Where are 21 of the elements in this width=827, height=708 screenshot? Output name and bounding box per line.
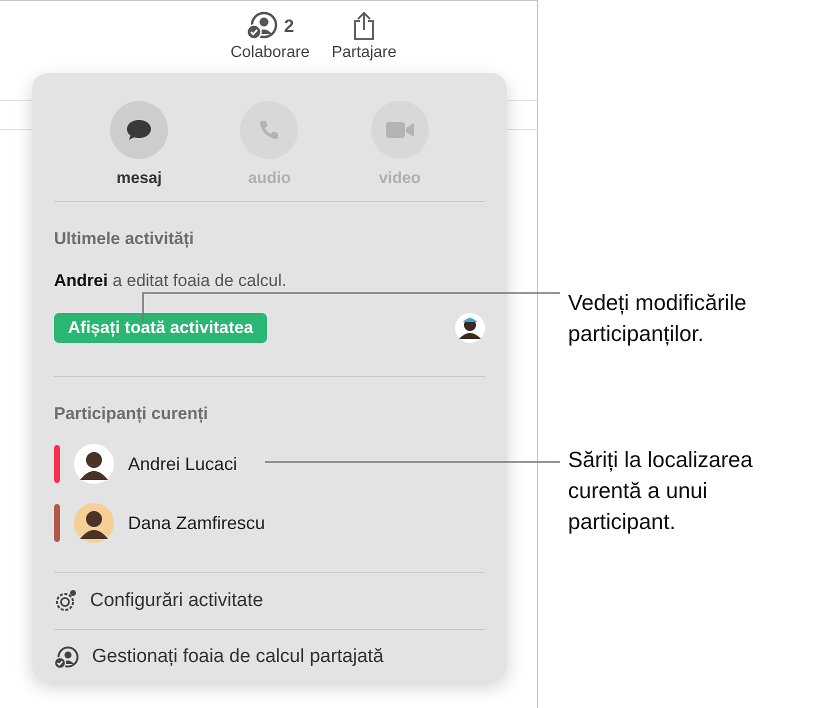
callout-text: Săriți la localizarea curentă a unui participant. [568,446,754,536]
toolbar-button[interactable]: 2 Colaborare [230,11,310,69]
gear-icon [54,589,78,613]
participant-row[interactable]: Dana Zamfirescu [54,494,485,552]
menu-item[interactable]: Configurări activitate [54,573,485,629]
share-icon [352,11,376,41]
avatar-icon [74,444,114,484]
avatar-icon [74,503,114,543]
activity-text: Andrei a editat foaia de calcul. [54,270,288,292]
avatar-icon [455,313,485,343]
collaboration-icon [54,646,80,670]
section-heading: Participanți curenți [54,403,209,425]
video-camera-icon [384,120,415,140]
count-text: 2 [284,14,294,38]
phone-icon [258,119,280,141]
message-icon [126,118,152,142]
toolbar-button[interactable]: Partajare [332,11,397,69]
menu-item[interactable]: Gestionați foaia de calcul partajată [54,629,485,685]
section-heading: Ultimele activități [54,228,195,250]
participant-row[interactable]: Andrei Lucaci [54,434,485,494]
callout-text: Vedeți modificările participanților. [568,289,748,348]
